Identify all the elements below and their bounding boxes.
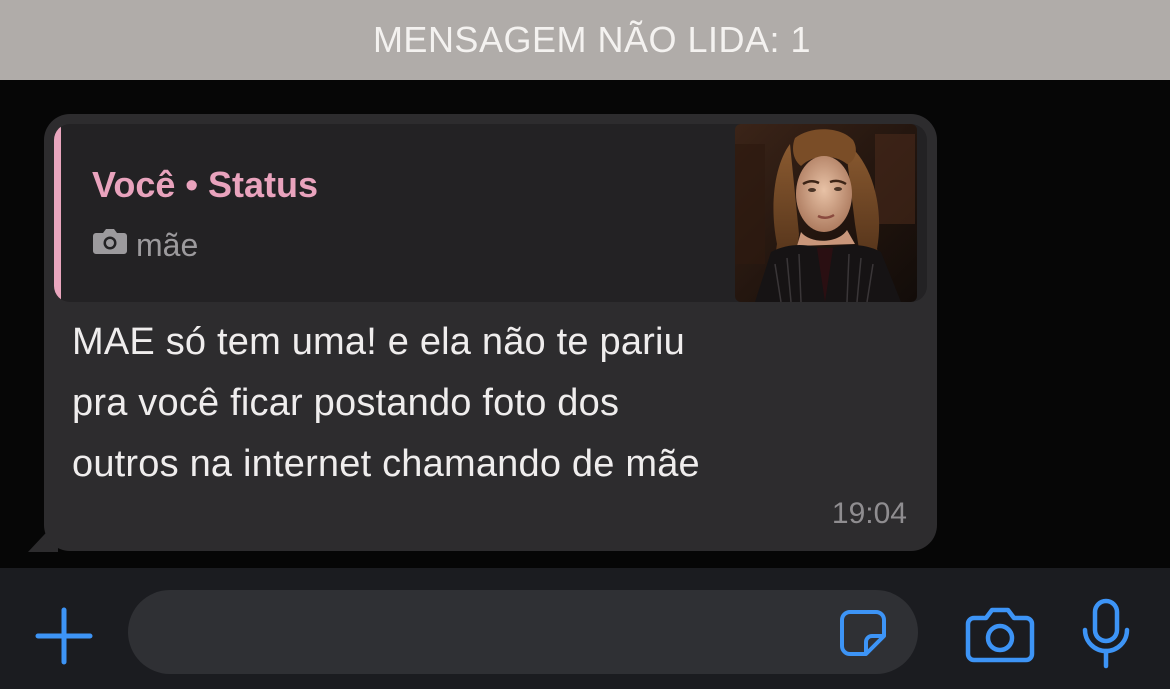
quoted-status[interactable]: Você • Status mãe <box>54 124 927 302</box>
sticker-button[interactable] <box>838 608 888 658</box>
status-thumbnail[interactable] <box>735 124 917 302</box>
unread-messages-banner: MENSAGEM NÃO LIDA: 1 <box>0 0 1170 80</box>
message-line: MAE só tem uma! e ela não te pariu <box>72 321 686 363</box>
message-line: outros na internet chamando de mãe <box>72 443 700 485</box>
message-input[interactable] <box>158 606 822 660</box>
quote-caption: mãe <box>136 226 199 263</box>
unread-banner-label: MENSAGEM NÃO LIDA: 1 <box>372 19 812 60</box>
quote-author: Você • Status <box>92 164 319 205</box>
camera-button[interactable] <box>964 606 1036 664</box>
composer-bar <box>0 568 1170 689</box>
microphone-button[interactable] <box>1080 598 1132 670</box>
quote-accent-bar <box>54 124 61 302</box>
sticker-icon <box>840 610 886 656</box>
camera-icon <box>965 607 1035 663</box>
message-bubble[interactable]: Você • Status mãe MAE só tem uma! e ela … <box>44 114 937 551</box>
camera-icon <box>92 226 128 264</box>
chat-screen: MENSAGEM NÃO LIDA: 1 Você • Status mãe M… <box>0 0 1170 689</box>
message-line: pra você ficar postando foto dos <box>72 382 620 424</box>
message-text: MAE só tem uma! e ela não te pariu pra v… <box>72 312 922 495</box>
message-timestamp: 19:04 <box>831 497 907 530</box>
message-input-field[interactable] <box>128 590 918 674</box>
plus-icon <box>35 607 93 665</box>
add-attachment-button[interactable] <box>34 606 94 666</box>
microphone-icon <box>1082 598 1130 669</box>
quote-caption-row: mãe <box>92 226 198 264</box>
